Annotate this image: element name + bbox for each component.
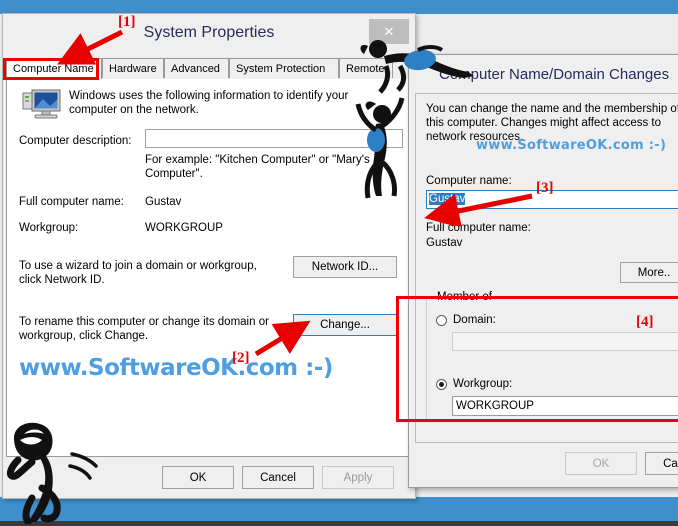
top-accent-bar [0, 0, 678, 14]
computer-name-label: Computer name: [426, 175, 512, 187]
annotation-arrow-1 [57, 29, 124, 65]
climber-figure-top [360, 40, 474, 94]
change-description: To rename this computer or change its do… [19, 316, 269, 342]
computer-name-domain-changes-dialog: Computer Name/Domain Changes You can cha… [408, 54, 678, 488]
computer-icon [22, 89, 61, 119]
annotation-4: [4] [636, 314, 654, 330]
workgroup-label: Workgroup: [19, 222, 79, 234]
annotation-arrow-2 [254, 320, 311, 357]
tab-advanced[interactable]: Advanced [164, 58, 229, 78]
climber-figure-side [355, 97, 405, 199]
dialog-footer: OK Cancel [409, 447, 678, 481]
more-button[interactable]: More.. [620, 262, 678, 283]
dialog-cancel-button[interactable]: Cancel [645, 452, 678, 475]
shouting-figure [6, 422, 98, 524]
workgroup-value: WORKGROUP [145, 222, 223, 234]
ok-button[interactable]: OK [162, 466, 234, 489]
watermark-right: www.SoftwareOK.com :-) [476, 138, 667, 153]
cancel-button[interactable]: Cancel [242, 466, 314, 489]
full-computer-name-value: Gustav [145, 196, 182, 208]
computer-description-example: For example: "Kitchen Computer" or "Mary… [145, 154, 370, 180]
intro-text: Windows uses the following information t… [69, 90, 349, 116]
annotation-arrow-3 [424, 193, 533, 226]
dialog-ok-button: OK [565, 452, 637, 475]
annotation-2: [2] [232, 350, 250, 366]
computer-description-label: Computer description: [19, 135, 132, 147]
tab-system-protection[interactable]: System Protection [229, 58, 339, 78]
apply-button: Apply [322, 466, 394, 489]
dialog-full-computer-name-value: Gustav [426, 237, 463, 249]
computer-name-tab-panel: Windows uses the following information t… [6, 79, 410, 457]
full-computer-name-label: Full computer name: [19, 196, 124, 208]
network-id-description: To use a wizard to join a domain or work… [19, 260, 257, 286]
network-id-button[interactable]: Network ID... [293, 256, 397, 278]
